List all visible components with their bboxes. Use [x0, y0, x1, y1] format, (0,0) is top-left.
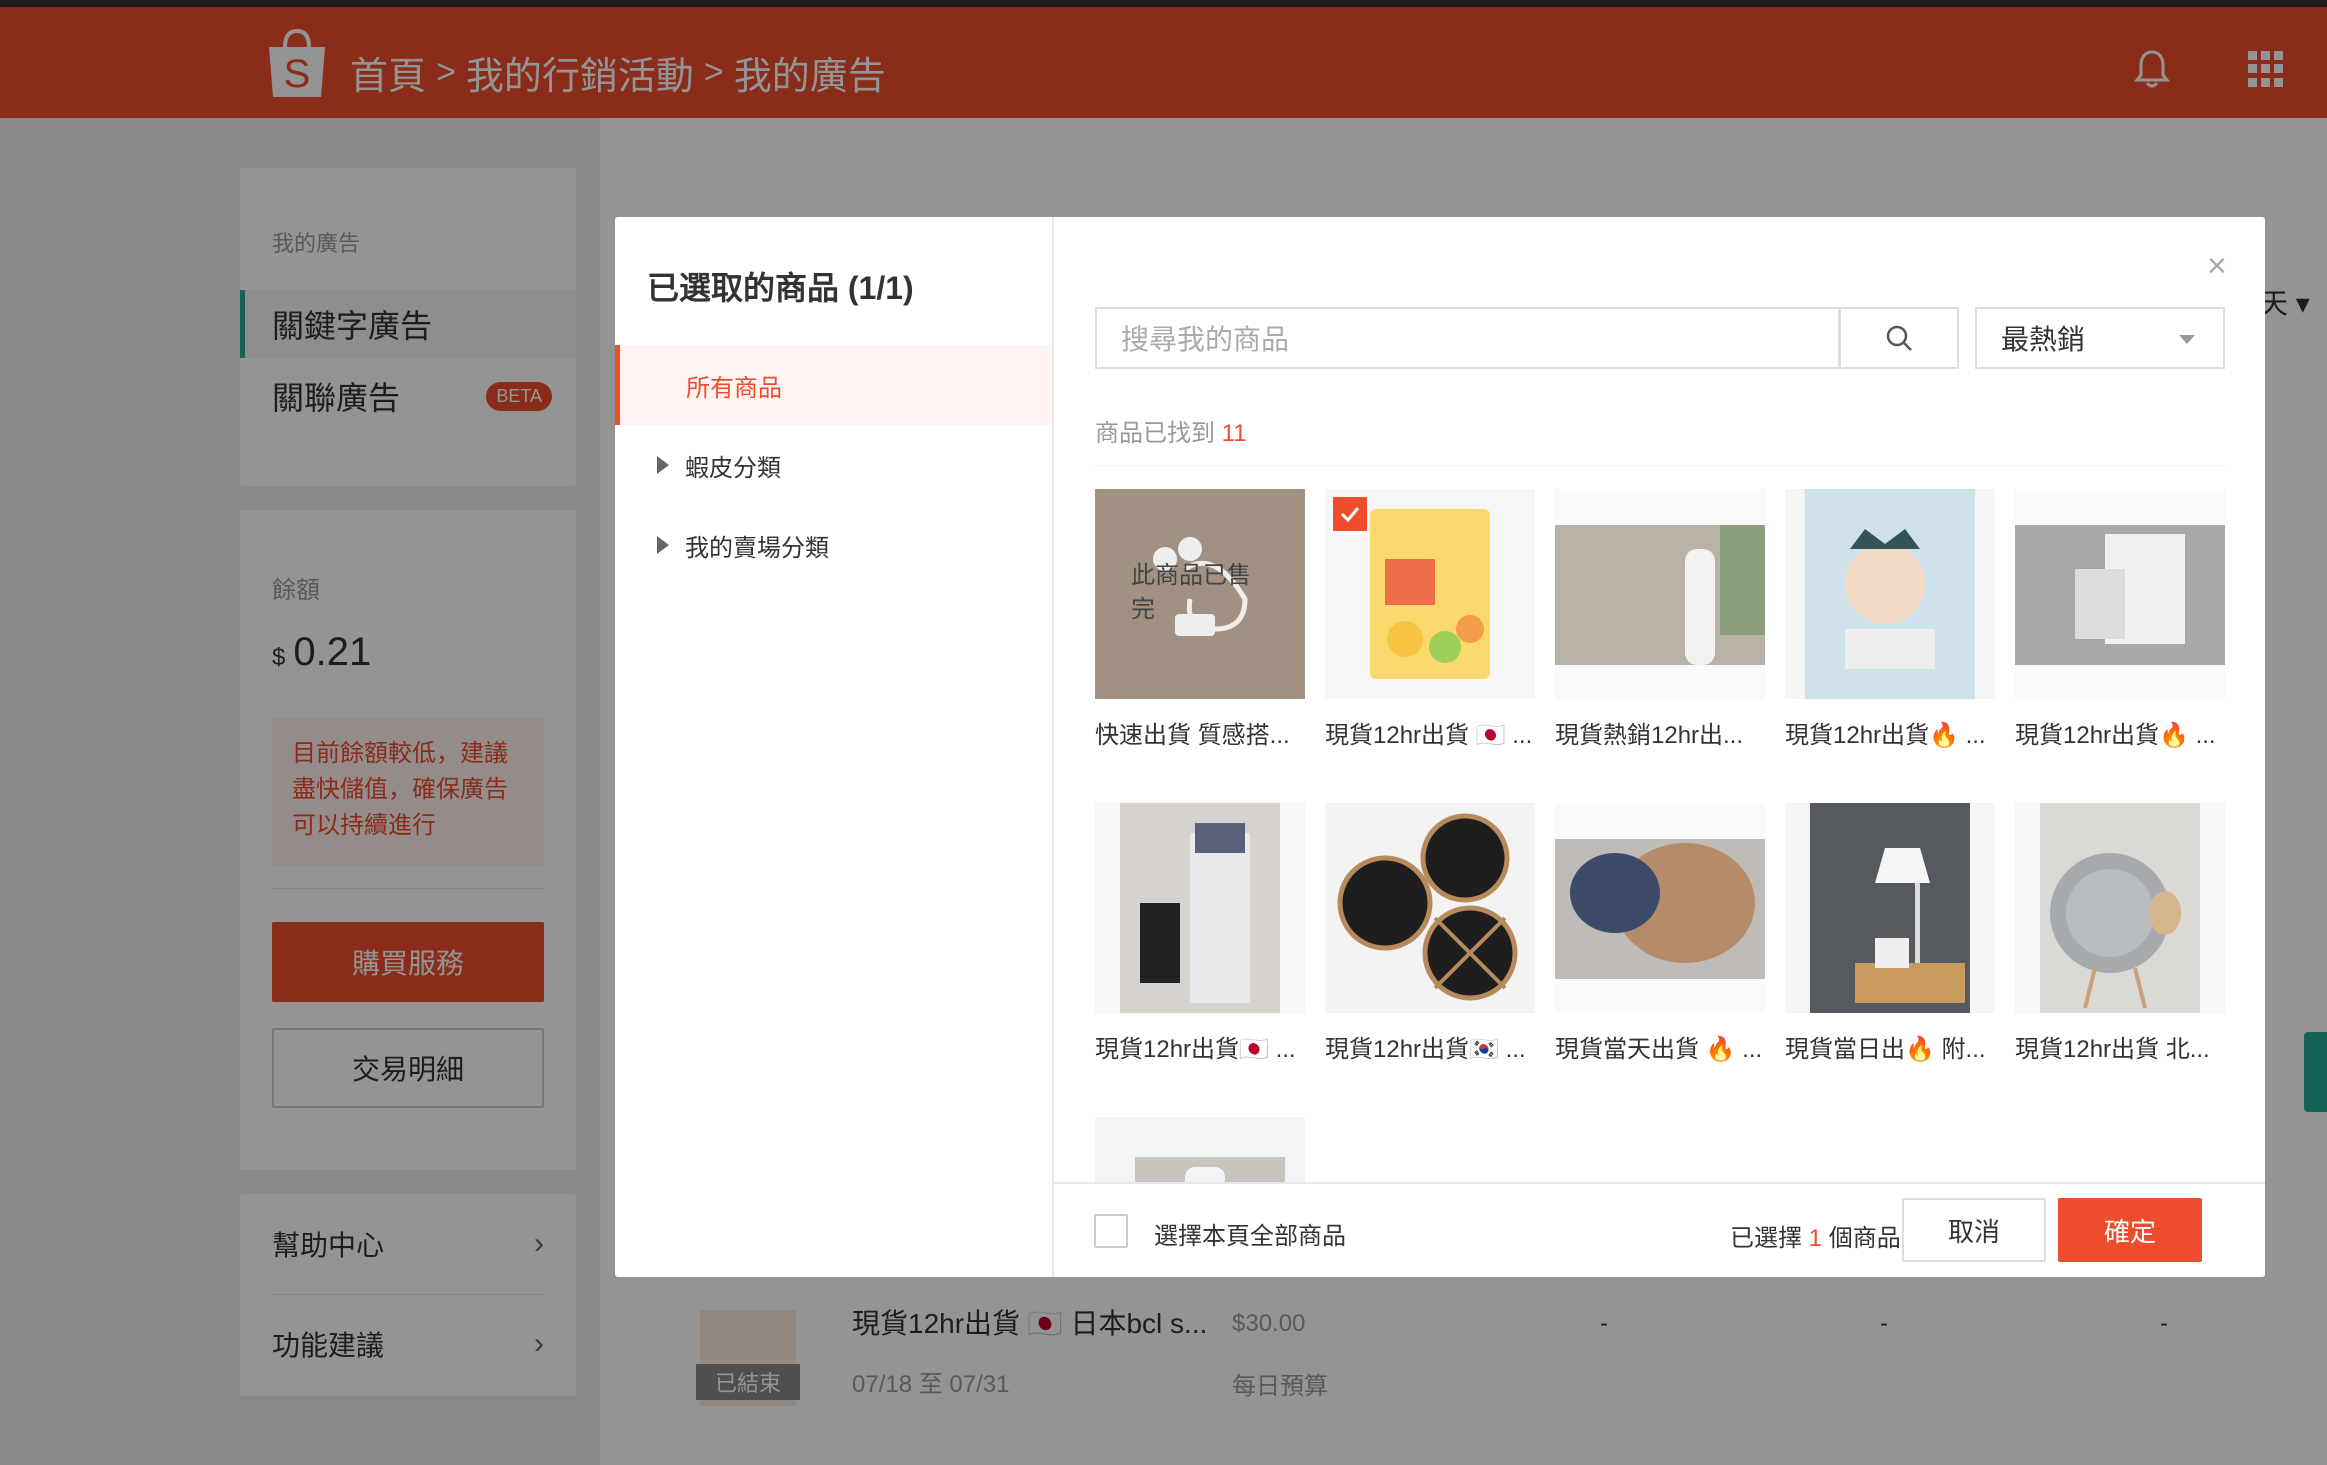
category-label: 我的賣場分類 [685, 534, 829, 562]
category-panel: 已選取的商品 (1/1) 所有商品 蝦皮分類 我的賣場分類 [615, 217, 1054, 1277]
product-name: 現貨12hr出貨 北... [2015, 1036, 2210, 1063]
confirm-button[interactable]: 確定 [2058, 1198, 2202, 1262]
products-found-count: 11 [1221, 420, 1247, 447]
product-thumbnail [1325, 489, 1535, 699]
cushion-compact-image [1325, 803, 1535, 1013]
product-thumbnail [1555, 489, 1765, 699]
product-card[interactable]: 現貨12hr出貨🇯🇵 ... [1095, 803, 1305, 1064]
product-name: 現貨當日出🔥 附... [1785, 1036, 1986, 1063]
sold-out-label: 此商品已售完 [1131, 562, 1251, 623]
search-button[interactable] [1839, 307, 1959, 369]
product-card[interactable]: 現貨熱銷12hr出... [1555, 489, 1765, 750]
product-name: 現貨12hr出貨🔥 ... [1785, 722, 1986, 749]
rice-mask-pack-image [1785, 489, 1995, 699]
modal-footer: 選擇本頁全部商品 已選擇 1 個商品 取消 確定 [1054, 1182, 2265, 1277]
product-card[interactable]: 現貨當天出貨 🔥 ... [1555, 803, 1765, 1064]
product-thumbnail [1095, 803, 1305, 1013]
close-icon[interactable]: × [2207, 249, 2227, 283]
product-name: 現貨12hr出貨 🇯🇵 ... [1325, 722, 1533, 749]
product-grid: 此商品已售完 快速出貨 質感搭... 現貨12hr出貨 🇯🇵 ... 現貨熱銷1… [1095, 473, 2225, 1273]
sort-dropdown[interactable]: 最熱銷 [1975, 307, 2225, 369]
coaster-stand-image [2015, 803, 2225, 1013]
product-card[interactable]: 現貨12hr出貨🇰🇷 ... [1325, 803, 1535, 1064]
modal-title: 已選取的商品 (1/1) [647, 270, 914, 306]
product-thumbnail [2015, 489, 2225, 699]
selected-count-text: 已選擇 1 個商品 [1730, 1225, 1901, 1252]
search-icon [1886, 325, 1912, 351]
product-card[interactable]: 現貨當日出🔥 附... [1785, 803, 1995, 1064]
product-thumbnail [2015, 803, 2225, 1013]
product-name: 現貨熱銷12hr出... [1555, 722, 1744, 749]
sort-value: 最熱銷 [2001, 324, 2086, 355]
product-card[interactable]: 現貨12hr出貨 🇯🇵 ... [1325, 489, 1535, 750]
product-thumbnail [1785, 489, 1995, 699]
brush-set-image [1095, 803, 1305, 1013]
product-card[interactable]: 現貨12hr出貨🔥 ... [2015, 489, 2225, 750]
product-thumbnail [1785, 803, 1995, 1013]
bottle-image [1555, 489, 1765, 699]
chevron-down-icon [2179, 335, 2195, 344]
category-label: 蝦皮分類 [685, 454, 781, 482]
product-name: 快速出貨 質感搭... [1095, 722, 1290, 749]
cancel-button[interactable]: 取消 [1902, 1198, 2046, 1262]
search-input[interactable]: 搜尋我的商品 [1095, 307, 1840, 369]
select-all-checkbox[interactable] [1094, 1214, 1128, 1248]
category-label: 所有商品 [686, 374, 782, 402]
category-shopee[interactable]: 蝦皮分類 [615, 425, 1052, 505]
product-name: 現貨12hr出貨🇰🇷 ... [1325, 1036, 1526, 1063]
product-thumbnail [1555, 803, 1765, 1013]
product-card[interactable]: 現貨12hr出貨🔥 ... [1785, 489, 1995, 750]
product-name: 現貨12hr出貨🇯🇵 ... [1095, 1036, 1296, 1063]
select-all-label[interactable]: 選擇本頁全部商品 [1154, 1216, 1346, 1251]
product-card[interactable]: 現貨12hr出貨 北... [2015, 803, 2225, 1064]
tin-case-image [1555, 803, 1765, 1013]
product-thumbnail [1325, 803, 1535, 1013]
product-select-modal: 已選取的商品 (1/1) 所有商品 蝦皮分類 我的賣場分類 × 搜尋我的商品 最… [615, 217, 2265, 1277]
product-name: 現貨12hr出貨🔥 ... [2015, 722, 2216, 749]
selected-count: 1 [1808, 1225, 1823, 1252]
pouch-image [2015, 489, 2225, 699]
product-name: 現貨當天出貨 🔥 ... [1555, 1036, 1763, 1063]
divider [1095, 465, 2225, 466]
candle-lamp-image [1785, 803, 1995, 1013]
expand-arrow-icon[interactable] [657, 456, 669, 474]
selected-check-icon[interactable] [1333, 497, 1367, 531]
product-thumbnail: 此商品已售完 [1095, 489, 1305, 699]
expand-arrow-icon[interactable] [657, 536, 669, 554]
category-my-shop[interactable]: 我的賣場分類 [615, 505, 1052, 585]
product-card[interactable]: 此商品已售完 快速出貨 質感搭... [1095, 489, 1305, 750]
products-found-text: 商品已找到 11 [1095, 420, 1247, 447]
category-all-products[interactable]: 所有商品 [615, 345, 1052, 425]
